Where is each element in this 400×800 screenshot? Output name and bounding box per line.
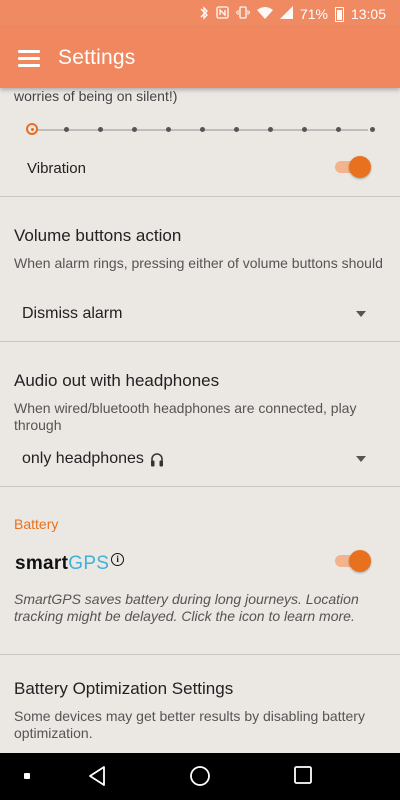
battery-optimization-title[interactable]: Battery Optimization Settings (14, 679, 233, 699)
battery-optimization-description: Some devices may get better results by d… (14, 708, 365, 741)
status-bar: 71% 13:05 (0, 0, 400, 28)
volume-buttons-selected: Dismiss alarm (22, 305, 123, 322)
home-icon[interactable] (189, 765, 211, 792)
nfc-icon (216, 6, 229, 22)
divider (0, 654, 400, 655)
smartgps-logo-gps: GPS (68, 553, 110, 574)
smartgps-logo-smart: smart (15, 553, 69, 574)
smartgps-logo: smart GPS i (15, 553, 125, 575)
volume-buttons-dropdown[interactable]: Dismiss alarm (22, 300, 372, 328)
divider (0, 341, 400, 342)
navigation-bar (0, 753, 400, 800)
headphones-icon (150, 452, 164, 467)
slider-tick (166, 127, 171, 132)
slider-tick (64, 127, 69, 132)
vibration-label: Vibration (27, 160, 86, 177)
app-bar: Settings (0, 28, 400, 88)
volume-buttons-description: When alarm rings, pressing either of vol… (14, 255, 383, 271)
audio-out-selected: only headphones (22, 450, 144, 467)
slider-tick (234, 127, 239, 132)
recent-dot-icon[interactable] (24, 773, 30, 779)
hamburger-icon[interactable] (18, 50, 40, 67)
overview-icon[interactable] (293, 765, 313, 790)
slider-tick (336, 127, 341, 132)
dropdown-arrow-icon (356, 456, 366, 462)
audio-out-description: When wired/bluetooth headphones are conn… (14, 400, 357, 433)
page-title: Settings (58, 46, 136, 69)
vibrate-icon (235, 6, 250, 22)
slider-tick (132, 127, 137, 132)
info-icon[interactable]: i (111, 553, 125, 566)
dropdown-arrow-icon (356, 311, 366, 317)
divider (0, 196, 400, 197)
alarm-volume-slider[interactable] (26, 122, 375, 138)
volume-buttons-title: Volume buttons action (14, 226, 182, 245)
signal-icon (279, 6, 293, 22)
audio-out-dropdown[interactable]: only headphones (22, 445, 372, 473)
vibration-toggle[interactable] (333, 156, 371, 178)
clock: 13:05 (350, 6, 386, 22)
slider-tick (98, 127, 103, 132)
slider-tick (370, 127, 375, 132)
alarm-volume-description: worries of being on silent!) (14, 88, 178, 104)
audio-out-title: Audio out with headphones (14, 371, 220, 390)
wifi-icon (256, 6, 273, 22)
slider-tick (302, 127, 307, 132)
battery-icon (334, 6, 344, 22)
battery-percent: 71% (299, 6, 328, 22)
divider (0, 486, 400, 487)
bluetooth-icon (199, 5, 209, 23)
slider-tick (200, 127, 205, 132)
back-icon[interactable] (87, 765, 107, 792)
smartgps-toggle[interactable] (333, 550, 371, 572)
smartgps-description: SmartGPS saves battery during long journ… (14, 591, 359, 624)
slider-thumb[interactable] (26, 123, 38, 135)
slider-tick (268, 127, 273, 132)
settings-list[interactable]: worries of being on silent!) Vibration V… (0, 88, 400, 753)
battery-category-title: Battery (14, 516, 59, 532)
